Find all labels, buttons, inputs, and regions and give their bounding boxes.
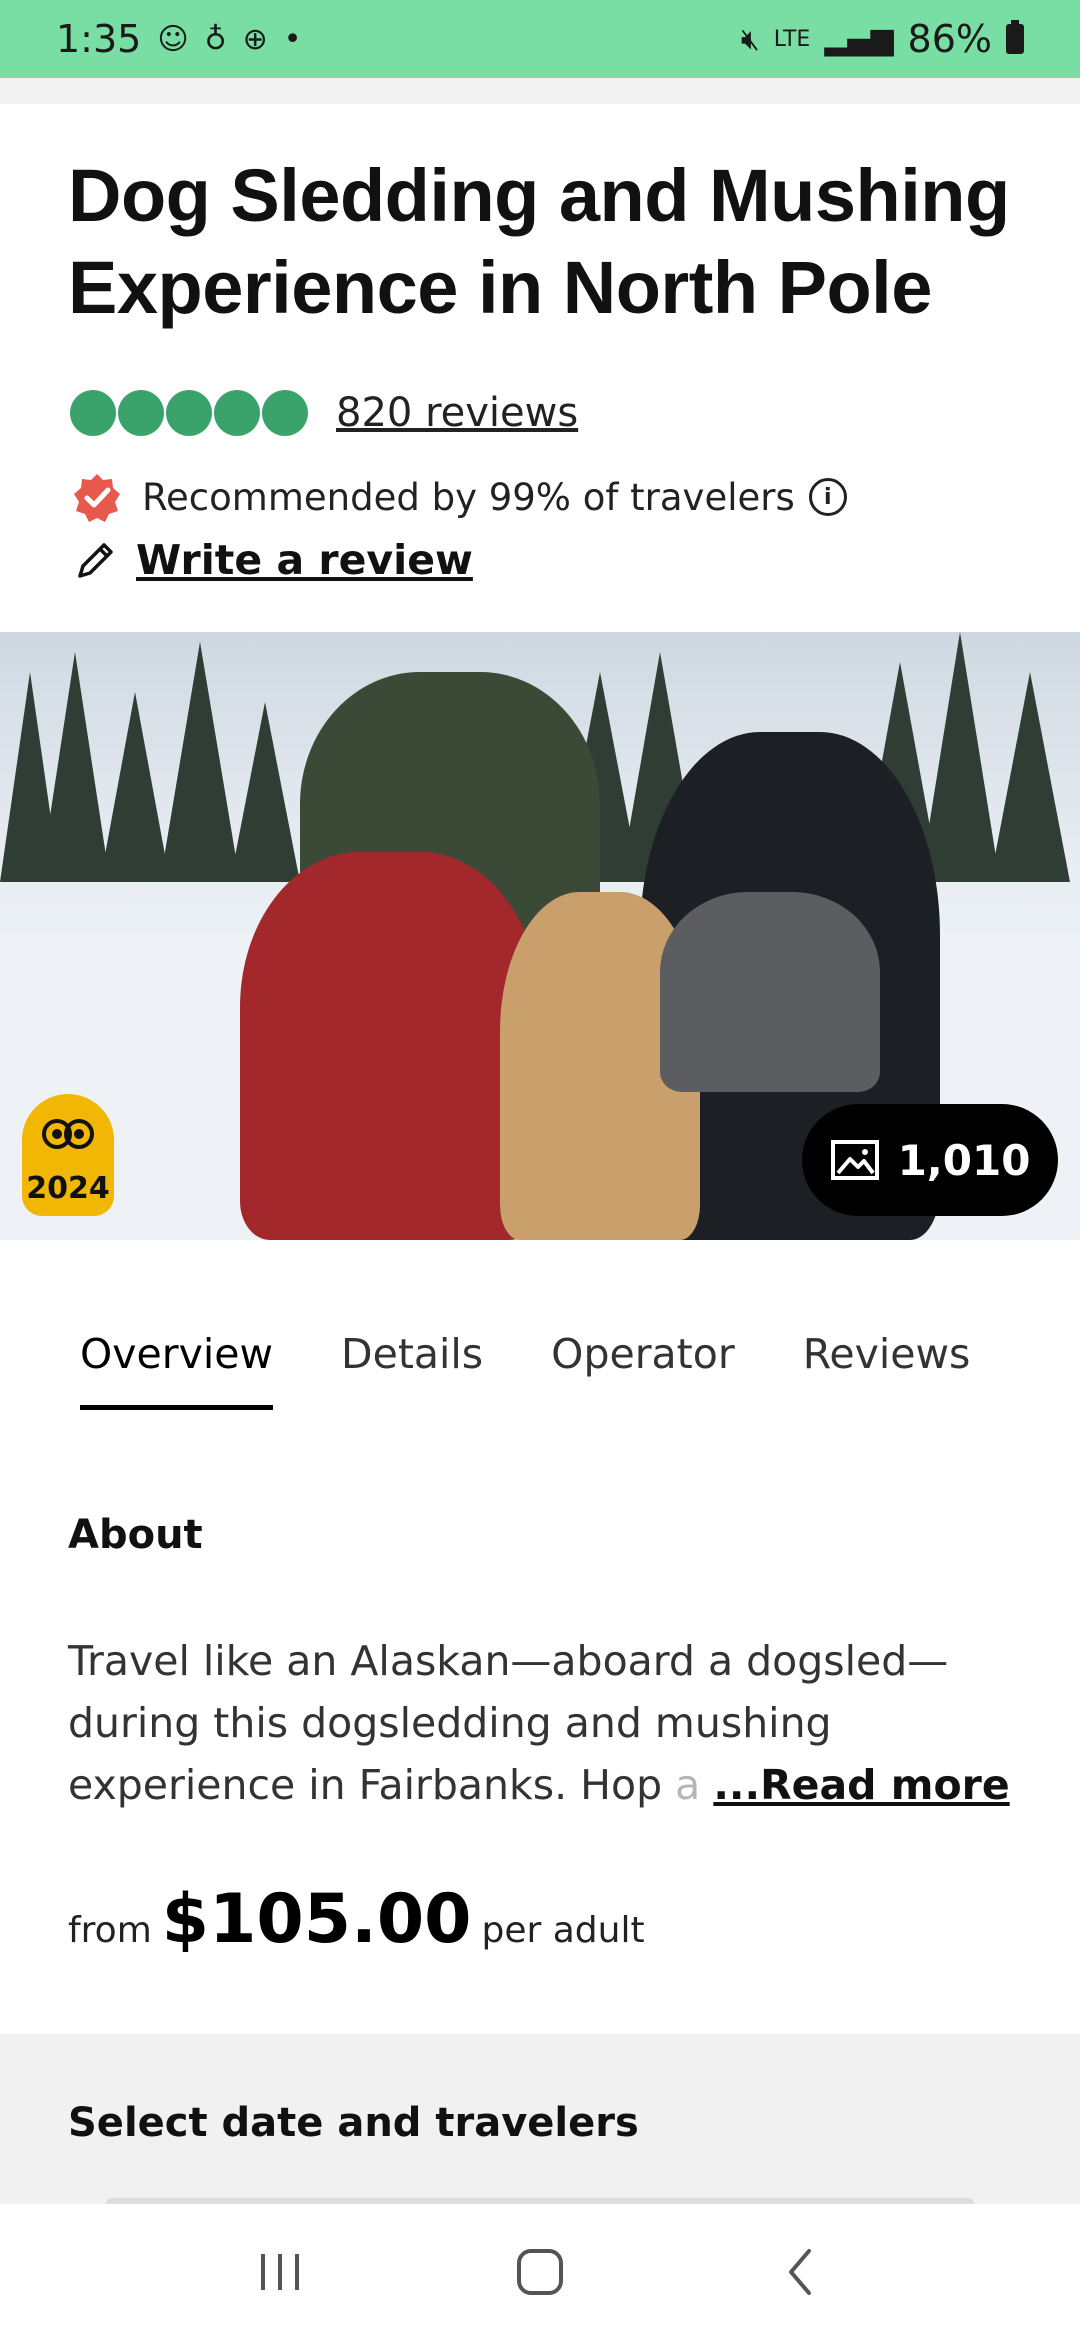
pencil-icon	[78, 543, 113, 578]
globe-icon: ⊕	[242, 21, 268, 57]
rating-bubble-icon	[70, 390, 116, 436]
dog-husky	[660, 892, 880, 1092]
tab-reviews[interactable]: Reviews	[803, 1320, 971, 1410]
write-review-label: Write a review	[136, 536, 473, 584]
notification-icon: ☺	[157, 21, 189, 57]
info-icon[interactable]: i	[808, 478, 847, 516]
booking-heading: Select date and travelers	[68, 2100, 639, 2146]
recommended-text: Recommended by 99% of travelers	[142, 475, 795, 519]
home-button[interactable]	[500, 2232, 580, 2312]
recommended-row: Recommended by 99% of travelers i	[72, 472, 847, 522]
recent-apps-button[interactable]	[240, 2232, 320, 2312]
photo-count-label: 1,010	[897, 1135, 1031, 1185]
recommended-badge-icon	[74, 474, 120, 522]
reviews-link[interactable]: 820 reviews	[336, 390, 578, 436]
app-icon: ♁	[204, 21, 227, 57]
tab-overview[interactable]: Overview	[80, 1320, 274, 1410]
header-divider	[0, 78, 1080, 104]
photo-count-button[interactable]: 1,010	[802, 1104, 1058, 1216]
price-from-label: from	[68, 1910, 152, 1951]
recent-apps-icon	[261, 2254, 299, 2290]
system-nav-bar	[0, 2204, 1080, 2340]
owl-icon	[42, 1119, 94, 1149]
travelers-choice-award: 2024	[22, 1094, 114, 1216]
tab-details[interactable]: Details	[341, 1320, 483, 1410]
home-icon	[517, 2249, 563, 2295]
about-description: Travel like an Alaskan—aboard a dogsled—…	[68, 1630, 1018, 1816]
page-title: Dog Sledding and Mushing Experience in N…	[68, 154, 1010, 329]
back-icon	[789, 2249, 811, 2295]
write-review-button[interactable]: Write a review	[74, 536, 473, 584]
award-year: 2024	[26, 1171, 110, 1206]
rating-bubble-icon	[262, 390, 308, 436]
rating-bubble-icon	[214, 390, 260, 436]
dot-icon: •	[283, 21, 302, 57]
about-heading: About	[68, 1512, 203, 1558]
read-more-link[interactable]: ...Read more	[713, 1761, 1009, 1809]
person-red-jacket	[240, 852, 540, 1240]
battery-percent: 86%	[907, 17, 992, 61]
rating-row[interactable]: 820 reviews	[70, 390, 578, 436]
network-label: LTE	[773, 26, 811, 52]
back-button[interactable]	[760, 2232, 840, 2312]
section-tabs: Overview Details Operator Reviews	[0, 1320, 1080, 1410]
battery-icon	[1006, 20, 1024, 54]
price-per-label: per adult	[481, 1910, 645, 1951]
price-amount: $105.00	[161, 1880, 472, 1959]
status-bar: 1:35 ☺ ♁ ⊕ • 🔇︎ LTE ▂▄▆ 86%	[0, 0, 1080, 78]
rating-bubble-icon	[166, 390, 212, 436]
price-row: from $105.00 per adult	[68, 1880, 645, 1959]
booking-section: Select date and travelers	[0, 2034, 1080, 2210]
rating-bubble-icon	[118, 390, 164, 436]
about-text-faded: a	[675, 1761, 701, 1809]
status-time: 1:35	[56, 17, 142, 61]
mute-icon: 🔇︎	[740, 21, 760, 57]
image-icon	[830, 1140, 879, 1180]
signal-icon: ▂▄▆	[824, 21, 894, 57]
tab-operator[interactable]: Operator	[551, 1320, 735, 1410]
